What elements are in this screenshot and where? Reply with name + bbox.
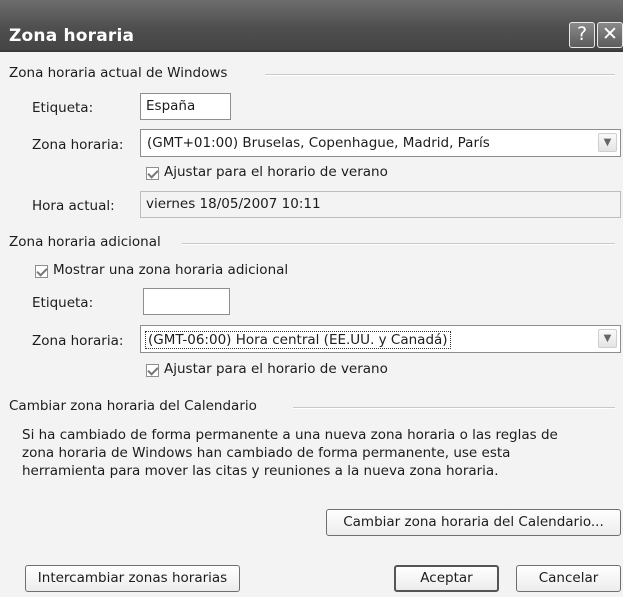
close-button[interactable]: ✕ [597, 22, 623, 48]
additional-dst-checkbox[interactable] [146, 364, 159, 377]
calendar-description: Si ha cambiado de forma permanente a una… [22, 427, 558, 479]
chevron-down-icon[interactable]: ▼ [598, 329, 617, 348]
additional-zone-select[interactable]: (GMT-06:00) Hora central (EE.UU. y Canad… [140, 325, 621, 353]
swap-time-zones-button[interactable]: Intercambiar zonas horarias [25, 565, 240, 592]
current-time-caption: Hora actual: [32, 198, 115, 214]
show-additional-checkbox[interactable] [35, 265, 48, 278]
time-zone-dialog: Zona horaria ? ✕ Zona horaria actual de … [0, 0, 623, 597]
group-divider [293, 407, 615, 409]
additional-zone-caption: Zona horaria: [32, 333, 124, 349]
dialog-title: Zona horaria [9, 26, 135, 46]
group-divider [182, 243, 615, 245]
calendar-group-label: Cambiar zona horaria del Calendario [9, 398, 257, 414]
current-label-input[interactable]: España [140, 93, 231, 120]
change-calendar-zone-button[interactable]: Cambiar zona horaria del Calendario... [326, 509, 621, 536]
current-label-caption: Etiqueta: [32, 100, 94, 116]
current-dst-label: Ajustar para el horario de verano [164, 164, 388, 180]
help-button[interactable]: ? [569, 22, 595, 48]
additional-label-caption: Etiqueta: [32, 295, 94, 311]
current-time-field: viernes 18/05/2007 10:11 [140, 191, 621, 218]
current-zone-caption: Zona horaria: [32, 137, 124, 153]
additional-label-input[interactable] [143, 288, 230, 315]
show-additional-label: Mostrar una zona horaria adicional [53, 262, 289, 278]
ok-button[interactable]: Aceptar [394, 565, 499, 592]
title-bar: Zona horaria ? ✕ [0, 0, 623, 52]
current-zone-select[interactable]: (GMT+01:00) Bruselas, Copenhague, Madrid… [140, 129, 621, 157]
additional-zone-group-label: Zona horaria adicional [9, 234, 161, 250]
cancel-button[interactable]: Cancelar [516, 565, 621, 592]
additional-zone-value: (GMT-06:00) Hora central (EE.UU. y Canad… [145, 331, 451, 349]
additional-dst-label: Ajustar para el horario de verano [164, 361, 388, 377]
current-dst-checkbox[interactable] [146, 167, 159, 180]
current-zone-value: (GMT+01:00) Bruselas, Copenhague, Madrid… [147, 135, 490, 151]
chevron-down-icon[interactable]: ▼ [598, 133, 617, 152]
group-divider [265, 74, 615, 76]
current-zone-group-label: Zona horaria actual de Windows [9, 65, 228, 81]
